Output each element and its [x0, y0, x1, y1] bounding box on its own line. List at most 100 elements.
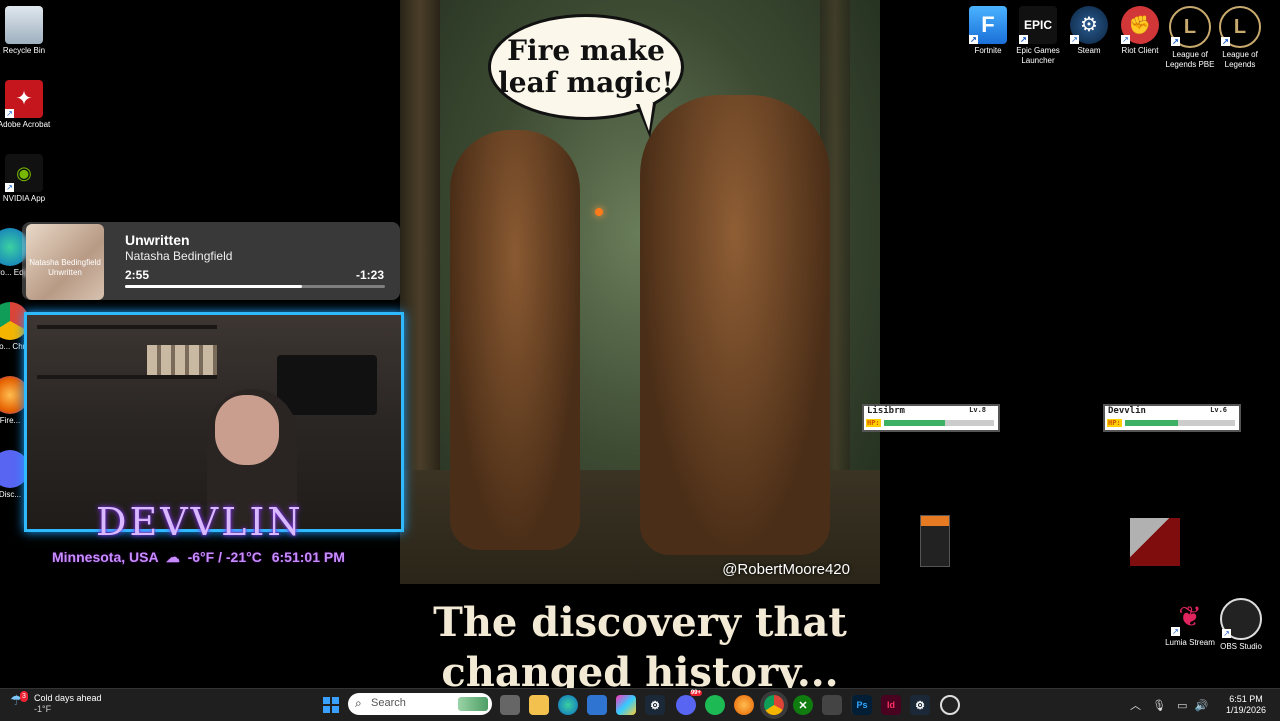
webcam-feed — [24, 312, 404, 532]
weather-title: Cold days ahead — [34, 693, 102, 703]
recycle-bin-icon — [5, 6, 43, 44]
volume-icon[interactable]: 🔊 — [1195, 700, 1209, 712]
microphone-icon[interactable]: 🎙 — [1152, 700, 1166, 712]
cloud-icon: ☁ — [161, 549, 184, 565]
shelf — [37, 375, 217, 379]
desktop-icon-label: Adobe Acrobat — [0, 120, 51, 129]
desktop-icon-label: Lumia Stream — [1165, 638, 1215, 647]
monitor — [277, 355, 377, 415]
desktop-icon-label: Riot Client — [1121, 46, 1159, 55]
discord-taskbar-icon[interactable]: 99+ — [676, 690, 702, 715]
figurines — [147, 345, 217, 375]
steam-taskbar-icon-2[interactable]: ⚙ — [910, 695, 930, 715]
network-icon[interactable]: ▭ — [1177, 700, 1187, 712]
desktop-icon-label: League of Legends PBE — [1165, 50, 1215, 69]
chrome-taskbar-icon[interactable] — [764, 695, 784, 715]
meme-image: Fire make leaf magic! @RobertMoore420 — [400, 0, 880, 584]
elapsed-time: 2:55 — [125, 268, 150, 282]
spotify-icon[interactable] — [705, 695, 725, 715]
hominid-right — [640, 95, 830, 555]
search-highlight-icon — [458, 697, 488, 711]
desktop-icon-label: NVIDIA App — [2, 194, 46, 203]
fortnite-icon: F ↗ — [969, 6, 1007, 44]
player-level: Lv.8 — [969, 406, 986, 414]
riot-client-icon: ✊ ↗ — [1121, 6, 1159, 44]
hp-fill — [1125, 420, 1178, 426]
adobe-acrobat-icon: ✦ ↗ — [5, 80, 43, 118]
copilot-icon[interactable] — [616, 695, 636, 715]
steam-icon: ⚙ ↗ — [1070, 6, 1108, 44]
media-widget[interactable]: Natasha Bedingfield Unwritten Unwritten … — [22, 222, 400, 300]
clock-text: 6:51:01 PM — [271, 549, 345, 565]
weather-badge: 3 — [20, 691, 28, 702]
meme-caption: The discovery that changed history... — [433, 599, 847, 696]
album-art-title: Unwritten — [48, 268, 82, 277]
hp-box-player-1: Lisibrm Lv.8 HP: — [862, 404, 1000, 432]
player-level: Lv.6 — [1210, 406, 1227, 414]
taskbar: ☂ 3 Cold days ahead -1°F ⌕ Search ⚙ 99+ … — [0, 688, 1280, 721]
desktop-icon-obs-studio[interactable]: ↗ OBS Studio — [1211, 598, 1271, 652]
start-button[interactable] — [321, 695, 341, 715]
search-icon: ⌕ — [355, 696, 362, 710]
league-of-legends-icon: L ↗ — [1219, 6, 1261, 48]
photoshop-icon[interactable]: Ps — [852, 695, 872, 715]
league-of-legends-icon: L ↗ — [1169, 6, 1211, 48]
desktop-icon-lol[interactable]: L ↗ League of Legends — [1210, 6, 1270, 70]
weather-widget[interactable]: ☂ 3 Cold days ahead -1°F — [10, 691, 102, 715]
album-art: Natasha Bedingfield Unwritten — [26, 224, 104, 300]
desktop-icon-nvidia-app[interactable]: ◉ ↗ NVIDIA App — [0, 154, 54, 204]
hp-label: HP: — [1107, 419, 1122, 427]
album-art-artist: Natasha Bedingfield — [29, 258, 101, 267]
location-text: Minnesota, USA — [52, 549, 159, 565]
file-explorer-icon[interactable] — [529, 695, 549, 715]
streamer-brand: DEVVLIN — [96, 500, 304, 544]
steam-taskbar-icon[interactable]: ⚙ — [645, 695, 665, 715]
progress-bar[interactable] — [125, 285, 385, 288]
lumia-stream-icon: ❦ ↗ — [1171, 601, 1202, 636]
credit-text: @RobertMoore420 — [722, 561, 850, 578]
desktop-icon-label: League of Legends — [1222, 50, 1258, 69]
xbox-icon[interactable]: ✕ — [793, 695, 813, 715]
epic-games-icon: EPIC ↗ — [1019, 6, 1057, 44]
hp-box-player-2: Devvlin Lv.6 HP: — [1103, 404, 1241, 432]
ember — [595, 208, 603, 216]
search-box[interactable]: ⌕ Search — [348, 693, 492, 715]
desktop-icon-adobe-acrobat[interactable]: ✦ ↗ Adobe Acrobat — [0, 80, 54, 130]
speech-text: Fire make leaf magic! — [498, 34, 674, 99]
system-clock[interactable]: 6:51 PM 1/19/2026 — [1226, 694, 1266, 716]
store-icon[interactable] — [587, 695, 607, 715]
weather-temp: -1°F — [34, 704, 52, 714]
desktop-icon-label: OBS Studio — [1220, 642, 1262, 651]
indesign-icon[interactable]: Id — [881, 695, 901, 715]
task-view-icon[interactable] — [500, 695, 520, 715]
clock-time: 6:51 PM — [1229, 694, 1263, 704]
search-placeholder: Search — [371, 697, 406, 709]
obs-taskbar-icon[interactable] — [940, 695, 960, 715]
hp-fill — [884, 420, 945, 426]
desktop-icon-recycle-bin[interactable]: Recycle Bin — [0, 6, 54, 56]
hp-track — [884, 420, 994, 426]
desktop-icon-label: Recycle Bin — [2, 46, 46, 55]
location-weather-line: Minnesota, USA ☁ -6°F / -21°C 6:51:01 PM — [52, 549, 345, 566]
edge-taskbar-icon[interactable] — [558, 695, 578, 715]
pixel-sprite-left — [920, 515, 950, 567]
hp-label: HP: — [866, 419, 881, 427]
hominid-left — [450, 130, 580, 550]
player-name: Lisibrm — [867, 406, 905, 416]
desktop-icon-label: Disc... — [0, 490, 22, 499]
speech-tail-fill — [639, 103, 653, 131]
desktop-icon-label: Fire... — [0, 416, 21, 425]
clock-date: 1/19/2026 — [1225, 705, 1266, 715]
display-app-icon[interactable] — [822, 695, 842, 715]
streamer-face — [215, 395, 279, 465]
system-tray: ︿ 🎙 ▭ 🔊 — [1130, 697, 1208, 713]
player-name: Devvlin — [1108, 406, 1146, 416]
pixel-sprite-right — [1130, 518, 1180, 566]
shelf — [37, 325, 217, 329]
firefox-taskbar-icon[interactable] — [734, 695, 754, 715]
hp-track — [1125, 420, 1235, 426]
remaining-time: -1:23 — [355, 268, 384, 282]
desktop-icon-label: Steam — [1077, 46, 1101, 55]
chevron-up-icon[interactable]: ︿ — [1130, 700, 1141, 712]
track-artist: Natasha Bedingfield — [125, 249, 233, 263]
